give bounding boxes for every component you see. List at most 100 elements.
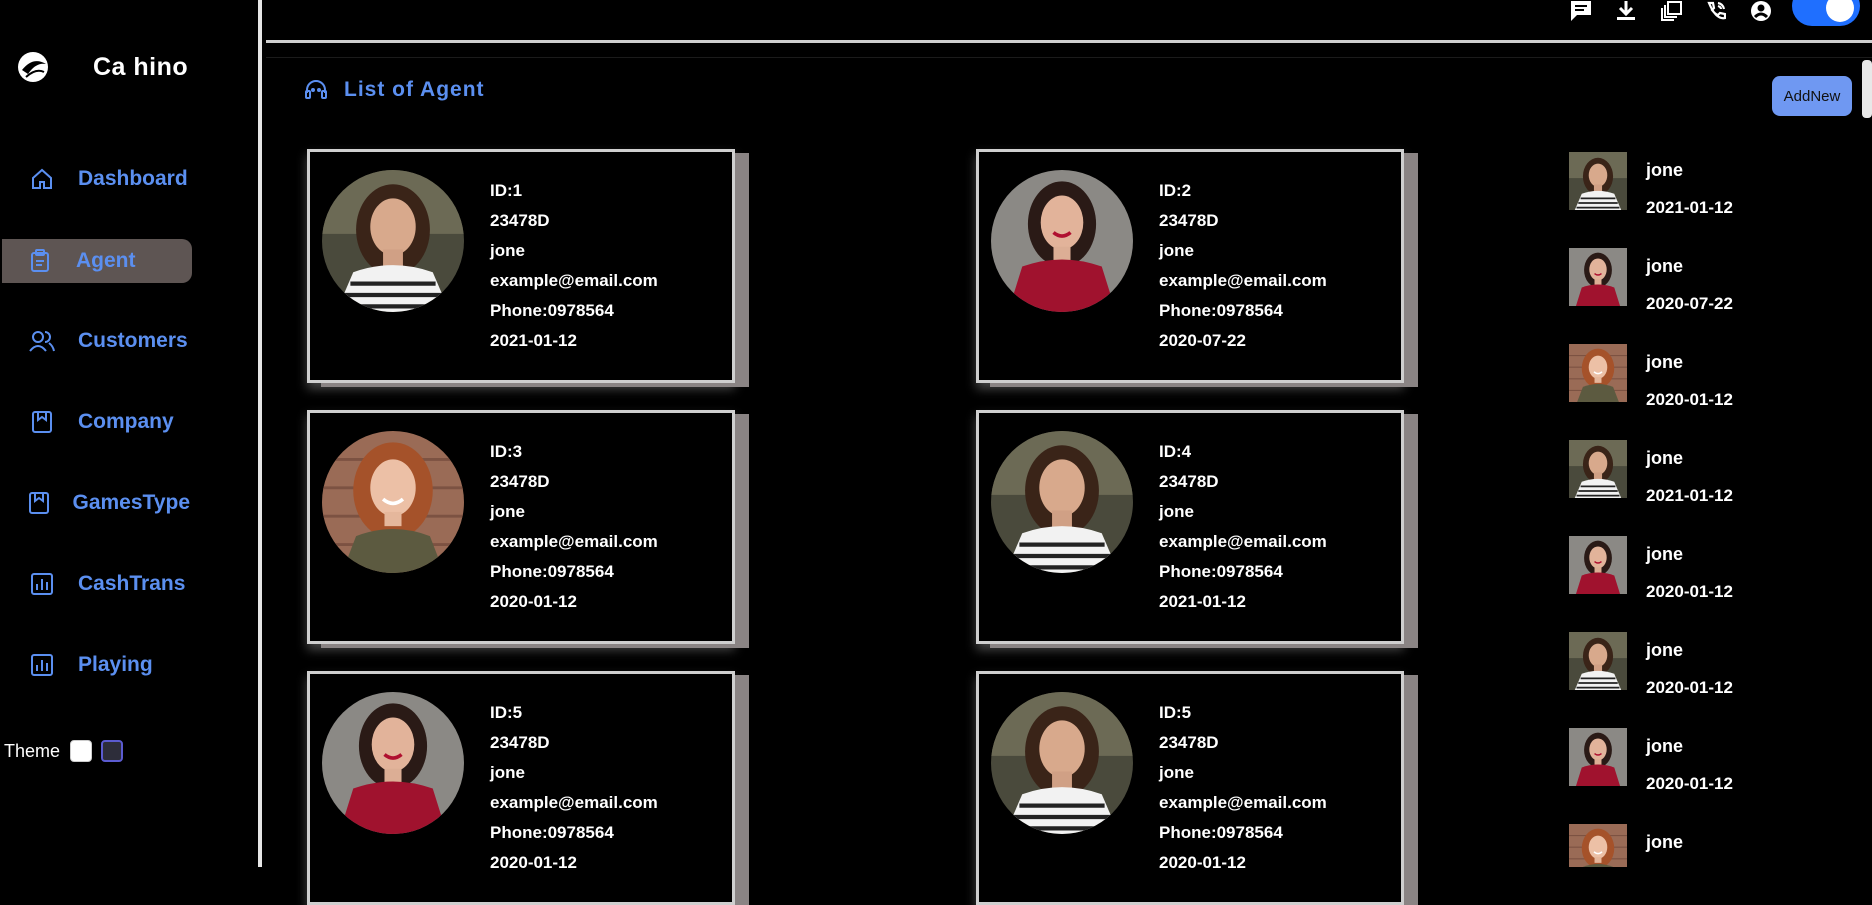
agent-phone: Phone:0978564 bbox=[490, 823, 614, 842]
sidebar-item-gamestype[interactable]: GamesType bbox=[0, 481, 190, 525]
list-item[interactable]: jone 2020-01-12 bbox=[1569, 344, 1809, 428]
users-icon bbox=[28, 327, 56, 355]
sidebar-item-label: Agent bbox=[76, 249, 136, 272]
agent-card[interactable]: ID:4 23478D jone example@email.com Phone… bbox=[976, 410, 1404, 644]
agent-info: ID:3 23478D jone example@email.com Phone… bbox=[490, 437, 658, 617]
agent-info: ID:5 23478D jone example@email.com Phone… bbox=[490, 698, 658, 878]
list-item-name: jone bbox=[1646, 832, 1684, 852]
agent-phone: Phone:0978564 bbox=[1159, 301, 1283, 320]
sidebar-item-cashtrans[interactable]: CashTrans bbox=[0, 562, 190, 606]
mode-toggle[interactable] bbox=[1792, 0, 1860, 26]
list-item-date: 2020-01-12 bbox=[1646, 390, 1733, 409]
agent-card[interactable]: ID:5 23478D jone example@email.com Phone… bbox=[976, 671, 1404, 905]
theme-light-swatch[interactable] bbox=[70, 740, 93, 762]
sidebar-item-company[interactable]: Company bbox=[0, 400, 190, 444]
agent-info: ID:5 23478D jone example@email.com Phone… bbox=[1159, 698, 1327, 878]
agent-id: ID:1 bbox=[490, 181, 523, 200]
bar-chart-icon bbox=[28, 651, 56, 679]
list-item[interactable]: jone 2020-01-12 bbox=[1569, 632, 1809, 716]
sidebar-item-label: Customers bbox=[78, 329, 188, 352]
list-item-thumbnail bbox=[1569, 536, 1627, 594]
clipboard-icon bbox=[26, 247, 54, 275]
sidebar-item-customers[interactable]: Customers bbox=[0, 319, 190, 363]
toggle-knob bbox=[1826, 0, 1854, 22]
agent-phone: Phone:0978564 bbox=[1159, 823, 1283, 842]
agent-card[interactable]: ID:5 23478D jone example@email.com Phone… bbox=[307, 671, 735, 905]
agent-name: jone bbox=[490, 241, 525, 260]
theme-dark-swatch[interactable] bbox=[101, 740, 124, 762]
agent-code: 23478D bbox=[490, 733, 550, 752]
list-item-thumbnail bbox=[1569, 152, 1627, 210]
list-item-date: 2020-01-12 bbox=[1646, 678, 1733, 697]
logo-icon bbox=[18, 52, 48, 82]
bookmark-icon bbox=[28, 489, 51, 517]
theme-switcher: Theme bbox=[4, 740, 124, 762]
user-circle-icon[interactable] bbox=[1747, 0, 1775, 22]
agent-photo bbox=[991, 431, 1133, 573]
sidebar-item-agent[interactable]: Agent bbox=[2, 239, 192, 283]
sidebar-item-dashboard[interactable]: Dashboard bbox=[0, 157, 190, 201]
agent-photo bbox=[991, 170, 1133, 312]
sidebar-item-label: GamesType bbox=[72, 491, 191, 514]
agent-name: jone bbox=[1159, 241, 1194, 260]
agent-phone: Phone:0978564 bbox=[1159, 562, 1283, 581]
agent-info: ID:2 23478D jone example@email.com Phone… bbox=[1159, 176, 1327, 356]
add-new-button[interactable]: AddNew bbox=[1772, 76, 1852, 116]
agent-card[interactable]: ID:2 23478D jone example@email.com Phone… bbox=[976, 149, 1404, 383]
list-item-date: 2021-01-12 bbox=[1646, 486, 1733, 505]
agent-card[interactable]: ID:1 23478D jone example@email.com Phone… bbox=[307, 149, 735, 383]
theme-label: Theme bbox=[4, 740, 61, 761]
sidebar-item-label: Playing bbox=[78, 653, 153, 676]
agent-phone: Phone:0978564 bbox=[490, 562, 614, 581]
list-item-thumbnail bbox=[1569, 632, 1627, 690]
agent-card[interactable]: ID:3 23478D jone example@email.com Phone… bbox=[307, 410, 735, 644]
list-item-date: 2020-01-12 bbox=[1646, 582, 1733, 601]
message-icon[interactable] bbox=[1567, 0, 1595, 22]
list-item[interactable]: jone 2021-01-12 bbox=[1569, 152, 1809, 236]
agent-code: 23478D bbox=[1159, 733, 1219, 752]
home-icon bbox=[28, 165, 56, 193]
top-icons bbox=[1550, 0, 1820, 22]
agent-date: 2021-01-12 bbox=[1159, 592, 1246, 611]
sidebar: Ca hino Dashboard Agent Customers Compan… bbox=[0, 0, 262, 867]
agent-email: example@email.com bbox=[490, 271, 658, 290]
phone-icon[interactable] bbox=[1702, 0, 1730, 22]
list-item[interactable]: jone bbox=[1569, 824, 1809, 867]
sidebar-item-label: Company bbox=[78, 410, 174, 433]
top-bar bbox=[266, 0, 1872, 43]
agent-email: example@email.com bbox=[1159, 271, 1327, 290]
agent-date: 2020-01-12 bbox=[490, 592, 577, 611]
list-item[interactable]: jone 2020-01-12 bbox=[1569, 728, 1809, 812]
agent-photo bbox=[322, 431, 464, 573]
agent-name: jone bbox=[1159, 763, 1194, 782]
agent-code: 23478D bbox=[490, 472, 550, 491]
agent-email: example@email.com bbox=[490, 793, 658, 812]
list-item-thumbnail bbox=[1569, 248, 1627, 306]
agent-name: jone bbox=[490, 763, 525, 782]
sidebar-item-label: Dashboard bbox=[78, 167, 188, 190]
sidebar-item-playing[interactable]: Playing bbox=[0, 643, 190, 687]
list-item-name: jone bbox=[1646, 448, 1684, 468]
agent-photo bbox=[991, 692, 1133, 834]
list-item[interactable]: jone 2021-01-12 bbox=[1569, 440, 1809, 524]
list-item-thumbnail bbox=[1569, 440, 1627, 498]
agent-info: ID:4 23478D jone example@email.com Phone… bbox=[1159, 437, 1327, 617]
divider bbox=[266, 57, 1872, 58]
list-item[interactable]: jone 2020-01-12 bbox=[1569, 536, 1809, 620]
agent-code: 23478D bbox=[1159, 472, 1219, 491]
list-item-name: jone bbox=[1646, 256, 1684, 276]
agent-phone: Phone:0978564 bbox=[490, 301, 614, 320]
agent-id: ID:5 bbox=[1159, 703, 1192, 722]
list-item[interactable]: jone 2020-07-22 bbox=[1569, 248, 1809, 332]
list-item-name: jone bbox=[1646, 640, 1684, 660]
agent-photo bbox=[322, 692, 464, 834]
agent-id: ID:3 bbox=[490, 442, 523, 461]
agent-date: 2021-01-12 bbox=[490, 331, 577, 350]
download-icon[interactable] bbox=[1612, 0, 1640, 22]
agent-date: 2020-01-12 bbox=[1159, 853, 1246, 872]
logo[interactable]: Ca hino bbox=[16, 50, 188, 84]
scrollbar-thumb[interactable] bbox=[1862, 60, 1872, 118]
list-item-thumbnail bbox=[1569, 728, 1627, 786]
copy-icon[interactable] bbox=[1657, 0, 1685, 22]
page-title: List of Agent bbox=[344, 78, 485, 101]
